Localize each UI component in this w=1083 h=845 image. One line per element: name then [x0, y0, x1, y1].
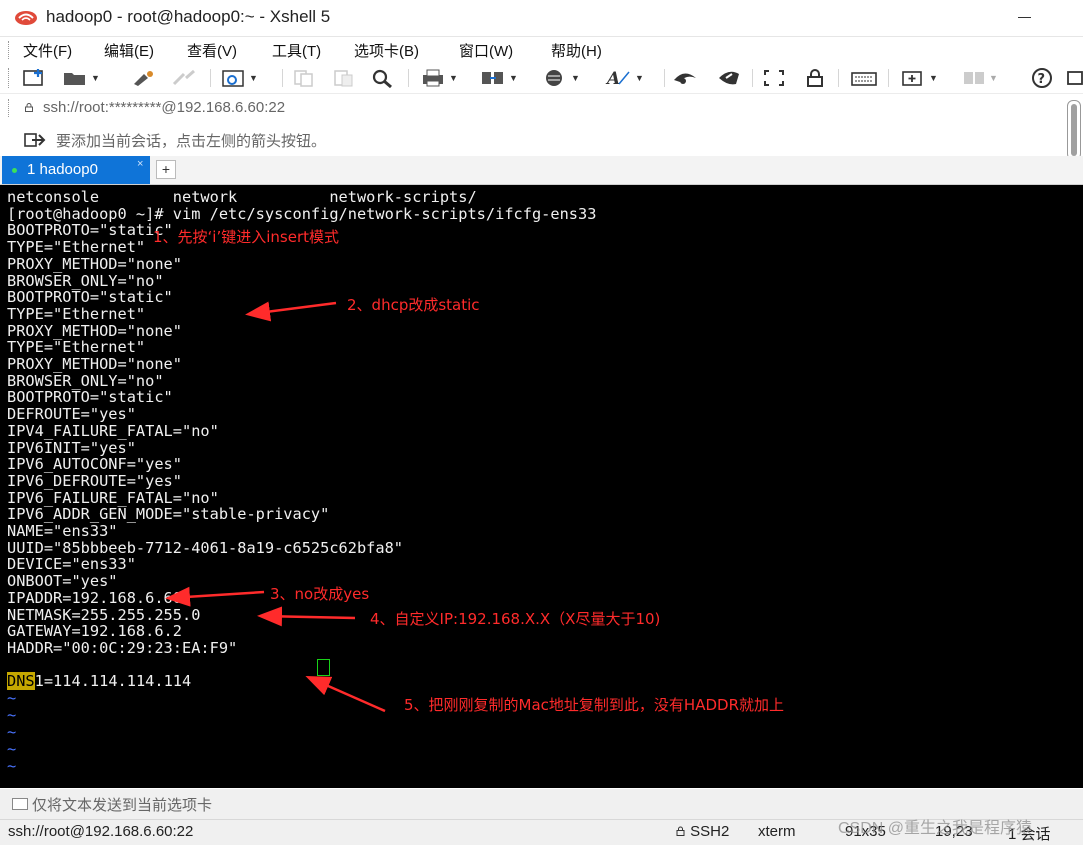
globe-icon[interactable]: ▼	[542, 67, 580, 89]
tab-close-icon[interactable]: ×	[137, 158, 143, 170]
transfer-icon[interactable]: ▼	[480, 67, 518, 89]
toolbar-separator	[838, 69, 839, 87]
toolbar-grip[interactable]	[8, 68, 11, 88]
status-protocol-text: SSH2	[690, 823, 730, 840]
menu-tabs[interactable]: 选项卡(B)	[354, 40, 419, 61]
xmanager-icon[interactable]	[716, 67, 742, 89]
menu-view[interactable]: 查看(V)	[187, 40, 237, 61]
csdn-watermark: CSDN @重生之我是程序猿	[838, 820, 1033, 837]
open-folder-icon[interactable]: ▼	[62, 67, 100, 89]
add-session-arrow-icon[interactable]	[24, 132, 46, 148]
tab-bar: 1 hadoop0 × +	[0, 156, 1083, 185]
lock-icon	[676, 826, 685, 836]
properties-icon[interactable]: ▼	[220, 67, 258, 89]
toolbar: ▼ ▼ ▼ ▼ ▼ A ▼ ▼ ▼ ?	[0, 63, 1083, 94]
new-session-icon[interactable]	[22, 67, 48, 89]
new-tab-icon[interactable]: ▼	[900, 67, 938, 89]
annotation-arrows	[165, 301, 386, 713]
toolbar-separator	[752, 69, 753, 87]
title-bar: hadoop0 - root@hadoop0:~ - Xshell 5	[0, 0, 1083, 37]
compose-target-label[interactable]: 仅将文本发送到当前选项卡	[32, 794, 212, 815]
arrow-step-4	[257, 606, 356, 627]
addressbar-grip[interactable]	[8, 99, 11, 117]
keyboard-icon[interactable]	[850, 67, 878, 89]
session-hint-text: 要添加当前会话，点击左侧的箭头按钮。	[56, 133, 327, 150]
menu-tools[interactable]: 工具(T)	[272, 40, 321, 61]
toolbar-separator	[888, 69, 889, 87]
toolbar-separator	[664, 69, 665, 87]
copy-icon[interactable]	[292, 67, 316, 89]
lock-icon[interactable]	[804, 67, 826, 89]
svg-text:A: A	[605, 69, 620, 88]
arrow-step-2	[245, 301, 337, 322]
print-icon[interactable]: ▼	[420, 67, 458, 89]
menu-window[interactable]: 窗口(W)	[459, 40, 513, 61]
window-title: hadoop0 - root@hadoop0:~ - Xshell 5	[46, 7, 331, 26]
tab-label: 1 hadoop0	[27, 161, 98, 178]
menu-help[interactable]: 帮助(H)	[551, 40, 602, 61]
notice-icon[interactable]	[1066, 67, 1083, 89]
arrow-step-5	[305, 675, 386, 713]
help-icon[interactable]: ?	[1030, 67, 1054, 89]
menu-bar: 文件(F) 编辑(E) 查看(V) 工具(T) 选项卡(B) 窗口(W) 帮助(…	[0, 37, 1083, 63]
xshell-logo-icon	[15, 11, 37, 25]
paste-icon[interactable]	[332, 67, 356, 89]
tab-hadoop0[interactable]: 1 hadoop0 ×	[2, 156, 150, 184]
disconnect-icon[interactable]	[170, 67, 198, 89]
find-icon[interactable]	[370, 67, 396, 89]
toolbar-separator	[210, 69, 211, 87]
status-connection: ssh://root@192.168.6.60:22	[8, 823, 194, 840]
connect-icon[interactable]	[130, 67, 158, 89]
toolbar-scroll-handle[interactable]	[1067, 100, 1081, 160]
toolbar-separator	[282, 69, 283, 87]
menubar-grip[interactable]	[8, 41, 11, 59]
connected-status-icon	[12, 168, 17, 173]
add-tab-button[interactable]: +	[156, 160, 176, 179]
arrow-step-3	[165, 586, 265, 607]
terminal-screen[interactable]: netconsole network network-scripts/[root…	[0, 185, 1083, 788]
session-hint-bar: 要添加当前会话，点击左侧的箭头按钮。	[0, 124, 1083, 154]
status-terminal-type: xterm	[758, 823, 796, 840]
toolbar-separator	[408, 69, 409, 87]
font-icon[interactable]: A ▼	[604, 67, 644, 89]
menu-file[interactable]: 文件(F)	[23, 40, 72, 61]
xftp-icon[interactable]	[672, 67, 698, 89]
layout-icon[interactable]: ▼	[962, 67, 998, 89]
compose-icon[interactable]	[12, 798, 28, 810]
minimize-button[interactable]	[1015, 6, 1035, 24]
menu-edit[interactable]: 编辑(E)	[104, 40, 154, 61]
lock-icon	[25, 103, 33, 112]
status-protocol: SSH2	[676, 823, 729, 840]
address-bar: ssh://root:*********@192.168.6.60:22	[0, 94, 1083, 122]
fullscreen-icon[interactable]	[762, 67, 786, 89]
address-field[interactable]: ssh://root:*********@192.168.6.60:22	[43, 99, 285, 116]
svg-text:?: ?	[1038, 72, 1046, 87]
